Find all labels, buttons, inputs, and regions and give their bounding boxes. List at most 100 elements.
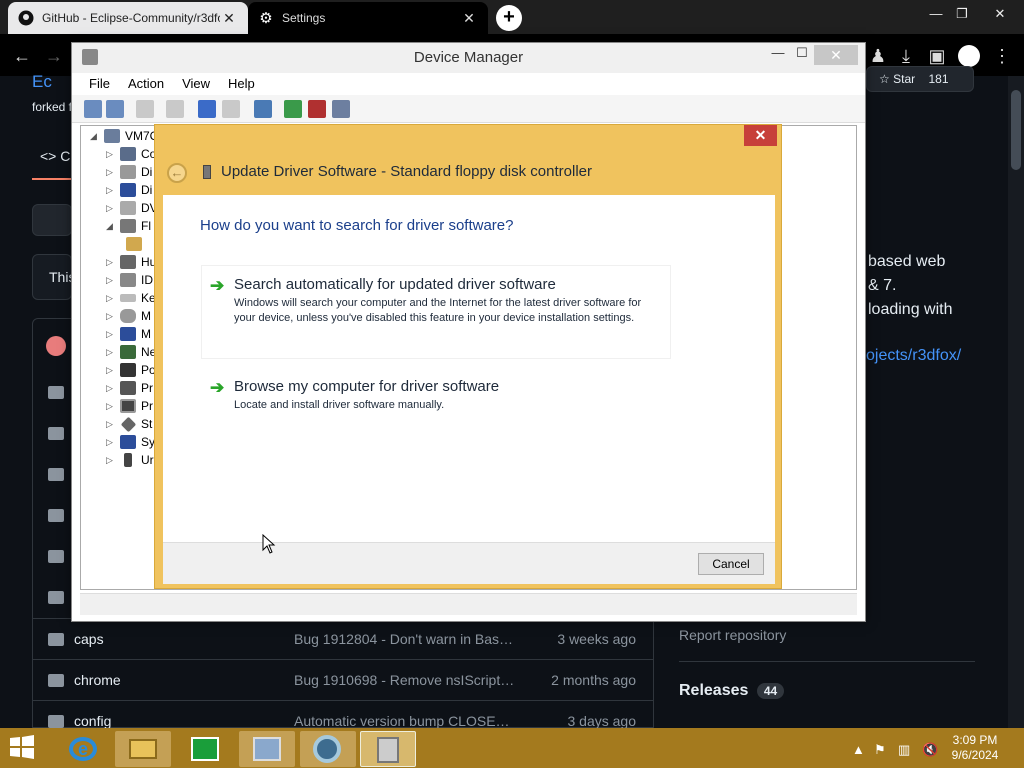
commit-message[interactable]: Bug 1910698 - Remove nsIScriptE... <box>294 672 516 688</box>
cancel-button[interactable]: Cancel <box>698 553 764 575</box>
tree-item[interactable]: ▷ Ur <box>106 451 154 469</box>
tree-root[interactable]: ◢ VM7C <box>90 127 158 145</box>
expand-icon[interactable]: ▷ <box>106 275 120 286</box>
close-tab-icon[interactable]: ✕ <box>220 10 238 27</box>
tree-item[interactable]: ▷ Co <box>106 145 156 163</box>
expand-icon[interactable]: ▷ <box>106 365 120 376</box>
releases-heading[interactable]: Releases 44 <box>679 682 785 700</box>
forward-icon[interactable] <box>106 100 124 118</box>
restore-icon[interactable]: ❐ <box>950 4 974 24</box>
uninstall-icon[interactable] <box>308 100 326 118</box>
file-row-chrome[interactable]: chrome Bug 1910698 - Remove nsIScriptE..… <box>33 659 654 700</box>
maximize-icon[interactable]: ☐ <box>790 45 814 67</box>
expand-icon[interactable]: ▷ <box>106 347 120 358</box>
view-icon[interactable] <box>222 100 240 118</box>
tab-settings[interactable]: ⚙ Settings ✕ <box>248 2 488 34</box>
network-icon[interactable]: ▥ <box>898 742 910 758</box>
tree-item[interactable]: ▷ Ke <box>106 289 156 307</box>
download-icon[interactable]: ⤓ <box>894 44 918 68</box>
tree-item[interactable] <box>126 235 147 253</box>
clock[interactable]: 3:09 PM 9/6/2024 <box>940 733 1010 763</box>
close-window-icon[interactable]: ✕ <box>814 45 858 65</box>
expand-icon[interactable]: ▷ <box>106 329 120 340</box>
profile-avatar[interactable] <box>958 45 980 67</box>
expand-icon[interactable]: ▷ <box>106 185 120 196</box>
page-scrollbar[interactable] <box>1008 76 1024 728</box>
repo-title[interactable]: Ec <box>32 72 52 92</box>
tree-item[interactable]: ▷ Ne <box>106 343 156 361</box>
collapse-icon[interactable]: ◢ <box>106 221 120 232</box>
expand-icon[interactable]: ▷ <box>106 437 120 448</box>
expand-icon[interactable]: ▷ <box>106 383 120 394</box>
tree-item[interactable]: ▷ Pr <box>106 397 153 415</box>
expand-icon[interactable]: ▷ <box>106 167 120 178</box>
star-button[interactable]: ☆ Star 181 <box>866 66 974 92</box>
tree-item[interactable]: ▷ Di <box>106 163 152 181</box>
menu-action[interactable]: Action <box>119 73 173 95</box>
close-window-icon[interactable]: ✕ <box>988 4 1012 24</box>
expand-icon[interactable]: ▷ <box>106 149 120 160</box>
menu-help[interactable]: Help <box>219 73 264 95</box>
forward-icon[interactable]: → <box>42 44 66 68</box>
tree-item[interactable]: ▷ M <box>106 325 151 343</box>
start-button[interactable] <box>8 734 38 762</box>
expand-icon[interactable]: ▷ <box>106 293 120 304</box>
commit-message[interactable]: Bug 1912804 - Don't warn in Base... <box>294 631 516 647</box>
show-hidden-icons[interactable]: ▲ <box>852 742 865 757</box>
expand-icon[interactable]: ▷ <box>106 203 120 214</box>
extension-icon[interactable]: ♟ <box>866 44 890 68</box>
volume-muted-icon[interactable]: 🔇 <box>922 742 938 758</box>
new-tab-button[interactable]: + <box>496 5 522 31</box>
file-name[interactable]: chrome <box>74 672 294 688</box>
expand-icon[interactable]: ▷ <box>106 419 120 430</box>
back-arrow-icon[interactable]: ← <box>167 163 187 183</box>
list-icon[interactable] <box>166 100 184 118</box>
tree-item[interactable]: ▷ ID <box>106 271 153 289</box>
action-center-icon[interactable]: ⚑ <box>874 742 886 758</box>
tree-item[interactable]: ▷ M <box>106 307 151 325</box>
scrollbar-thumb[interactable] <box>1011 90 1021 170</box>
about-link[interactable]: ojects/r3dfox/ <box>866 347 961 365</box>
minimize-icon[interactable]: — <box>924 4 948 24</box>
scan-icon[interactable] <box>254 100 272 118</box>
tree-item[interactable]: ▷ St <box>106 415 152 433</box>
explorer-icon[interactable] <box>115 731 171 767</box>
tree-item[interactable]: ▷ Di <box>106 181 152 199</box>
add-hardware-icon[interactable] <box>332 100 350 118</box>
menu-file[interactable]: File <box>80 73 119 95</box>
expand-icon[interactable]: ▷ <box>106 311 120 322</box>
back-icon[interactable]: ← <box>10 44 34 68</box>
commit-message[interactable]: Automatic version bump CLOSED ... <box>294 713 516 729</box>
file-name[interactable]: config <box>74 713 294 729</box>
close-icon[interactable]: ✕ <box>744 125 777 146</box>
tree-item[interactable]: ▷ Hu <box>106 253 156 271</box>
file-name[interactable]: caps <box>74 631 294 647</box>
close-tab-icon[interactable]: ✕ <box>460 10 478 27</box>
store-icon[interactable] <box>177 731 233 767</box>
update-driver-icon[interactable] <box>284 100 302 118</box>
back-icon[interactable] <box>84 100 102 118</box>
menu-icon[interactable]: ⋮ <box>990 44 1014 68</box>
help-icon[interactable] <box>198 100 216 118</box>
tree-item[interactable]: ▷ Po <box>106 361 156 379</box>
tree-item[interactable]: ▷ Pr <box>106 379 153 397</box>
expand-icon[interactable]: ▷ <box>106 257 120 268</box>
minimize-icon[interactable]: — <box>766 45 790 67</box>
tree-item[interactable]: ▷ DV <box>106 199 158 217</box>
search-automatically-option[interactable]: ➔ Search automatically for updated drive… <box>201 265 671 359</box>
ie-icon[interactable]: e <box>55 731 111 767</box>
collapse-icon[interactable]: ◢ <box>90 131 104 142</box>
expand-icon[interactable]: ▷ <box>106 455 120 466</box>
tree-item[interactable]: ◢ Fl <box>106 217 151 235</box>
performance-icon[interactable] <box>239 731 295 767</box>
code-tab[interactable]: <> C <box>40 148 70 164</box>
browse-computer-option[interactable]: ➔ Browse my computer for driver software… <box>201 367 671 423</box>
chrome-icon[interactable] <box>300 731 356 767</box>
device-manager-icon[interactable] <box>360 731 416 767</box>
branch-selector[interactable] <box>32 204 72 236</box>
tree-item[interactable]: ▷ Sy <box>106 433 155 451</box>
tab-github[interactable]: GitHub - Eclipse-Community/r3dfox ✕ <box>8 2 248 34</box>
properties-icon[interactable] <box>136 100 154 118</box>
file-row-caps[interactable]: caps Bug 1912804 - Don't warn in Base...… <box>33 618 654 659</box>
sidebar-icon[interactable]: ▣ <box>925 44 949 68</box>
